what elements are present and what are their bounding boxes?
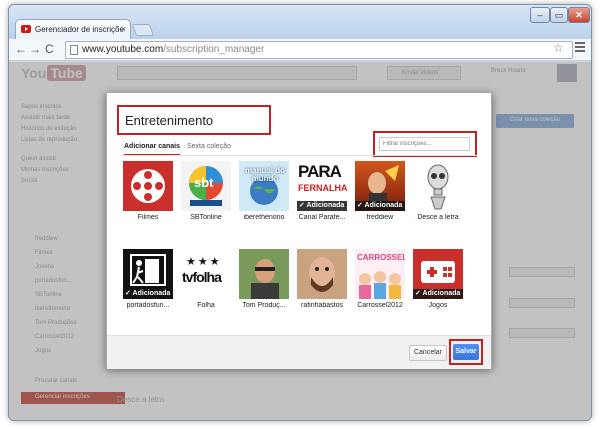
minimize-button[interactable]: –: [530, 7, 550, 23]
tab-sexta-colecao[interactable]: Sexta coleção: [187, 143, 231, 154]
channel-name: Filmes: [137, 214, 159, 221]
sbt-logo: sbt: [181, 161, 231, 211]
browser-tab[interactable]: Gerenciador de inscriçõe ×: [15, 19, 131, 39]
added-badge: ✓ Adicionada: [123, 289, 173, 299]
menu-icon[interactable]: [575, 42, 585, 54]
youtube-favicon-icon: [21, 25, 31, 33]
tom-producoes-thumbnail: [239, 249, 289, 299]
forward-button[interactable]: →: [29, 42, 41, 56]
manual-do-mundo-logo: manual do mundo: [239, 161, 289, 211]
channel-name: freddiew: [366, 214, 394, 221]
filter-subscriptions-input[interactable]: [379, 137, 470, 151]
channel-name: Tom Produç...: [242, 302, 286, 309]
channel-name: portadosfun...: [126, 302, 170, 309]
bookmark-star-icon[interactable]: ☆: [553, 41, 564, 55]
url-host: www.youtube.com: [82, 44, 164, 55]
channel-name: Folha: [197, 302, 215, 309]
new-tab-button[interactable]: [131, 24, 155, 36]
browser-toolbar: ← → C www.youtube.com/subscription_manag…: [9, 39, 591, 61]
back-button[interactable]: ←: [15, 42, 27, 56]
para-fernalha-logo: PARA FERNALHA ✓ Adicionada: [297, 161, 347, 211]
channel-name: Carrossel2012: [357, 302, 403, 309]
channel-name: iberethenorio: [243, 214, 285, 221]
channel-name: Desce a letra: [417, 214, 459, 221]
porta-dos-fundos-logo: ✓ Adicionada: [123, 249, 173, 299]
cancel-button[interactable]: Cancelar: [409, 345, 447, 361]
save-button[interactable]: Salvar: [453, 344, 479, 360]
game-controller-icon: ✓ Adicionada: [413, 249, 463, 299]
url-path: /subscription_manager: [163, 44, 265, 55]
added-badge: ✓ Adicionada: [297, 201, 347, 211]
dialog-footer: Cancelar Salvar: [107, 335, 491, 369]
tab-close-icon[interactable]: ×: [121, 24, 126, 34]
channel-name: SBTonline: [190, 214, 222, 221]
collection-dialog: Entretenimento Adicionar canais Sexta co…: [106, 92, 492, 369]
title-bar: Gerenciador de inscriçõe × – ▭ ✕: [9, 5, 591, 39]
added-badge: ✓ Adicionada: [355, 201, 405, 211]
close-window-button[interactable]: ✕: [568, 7, 590, 23]
skull-icon: [413, 161, 463, 211]
carrossel-logo: CARROSSEL: [355, 249, 405, 299]
address-bar[interactable]: www.youtube.com/subscription_manager: [65, 41, 573, 59]
freddiew-thumbnail: ✓ Adicionada: [355, 161, 405, 211]
film-reel-icon: [123, 161, 173, 211]
channel-name: rafinhabastos: [300, 302, 344, 309]
channel-name: Jogos: [428, 302, 448, 309]
channel-name: Canal Parafe...: [298, 214, 346, 221]
filter-highlight: [373, 131, 477, 157]
added-badge: ✓ Adicionada: [413, 289, 463, 299]
collection-title-field[interactable]: Entretenimento: [117, 105, 271, 135]
maximize-button[interactable]: ▭: [550, 7, 568, 23]
rafinhabastos-thumbnail: [297, 249, 347, 299]
tab-title: Gerenciador de inscriçõe: [35, 25, 124, 34]
tvfolha-logo: ★★★ tvfolha: [181, 249, 231, 299]
tabs-divider: [121, 155, 477, 156]
page-icon: [70, 45, 78, 55]
save-highlight: Salvar: [449, 339, 483, 365]
reload-button[interactable]: C: [45, 42, 54, 56]
